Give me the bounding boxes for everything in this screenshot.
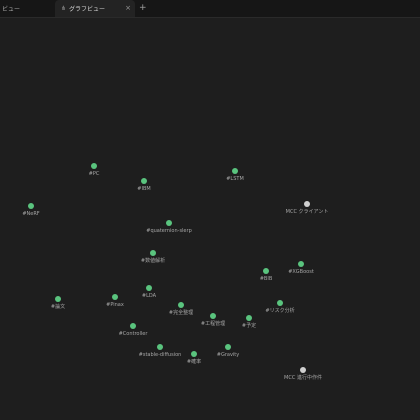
graph-node-numerical-analysis[interactable] [150, 250, 156, 256]
graph-canvas[interactable]: #PC #IBM #LSTM #NeRF MCC クライアント #quatern… [0, 18, 420, 420]
graph-node-nerf[interactable] [28, 203, 34, 209]
graph-node-quaternion-slerp[interactable] [166, 220, 172, 226]
graph-node-label-pc: #PC [88, 171, 100, 177]
graph-node-mcc-client[interactable] [304, 201, 310, 207]
graph-node-label-process-management: #工程管理 [200, 321, 226, 327]
graph-node-complete-organize[interactable] [178, 302, 184, 308]
tab-graph-view[interactable]: ⋔ グラフビュー × [55, 0, 135, 17]
graph-node-label-numerical-analysis: #数値解析 [140, 258, 166, 264]
graph-node-label-lda: #LDA [141, 293, 157, 299]
graph-icon: ⋔ [61, 5, 67, 12]
graph-node-bib[interactable] [263, 268, 269, 274]
graph-node-label-papers: #論文 [50, 304, 66, 310]
graph-node-stable-diffusion[interactable] [157, 344, 163, 350]
graph-node-label-gravity: #Gravity [216, 352, 240, 358]
graph-node-label-bib: #BIB [259, 276, 273, 282]
graph-node-lstm[interactable] [232, 168, 238, 174]
graph-node-label-mcc-in-progress: MCC 進行中作件 [284, 375, 322, 381]
tab-view[interactable]: ビュー [0, 0, 52, 17]
tab-view-label: ビュー [2, 6, 21, 13]
graph-node-label-complete-organize: #完全整理 [168, 310, 194, 316]
graph-node-label-ibm: #IBM [137, 186, 151, 192]
graph-node-label-schedule: #予定 [241, 323, 257, 329]
graph-node-label-xgboost: #XGBoost [288, 269, 314, 275]
graph-node-pinax[interactable] [112, 294, 118, 300]
graph-node-label-lstm: #LSTM [226, 176, 244, 182]
new-tab-button[interactable]: + [139, 3, 147, 13]
graph-node-label-controller: #Controller [118, 331, 148, 337]
graph-node-process-management[interactable] [210, 313, 216, 319]
graph-node-label-pinax: #Pinax [106, 302, 124, 308]
graph-node-pc[interactable] [91, 163, 97, 169]
graph-node-label-stable-diffusion: #stable-diffusion [138, 352, 182, 358]
graph-node-gravity[interactable] [225, 344, 231, 350]
graph-node-xgboost[interactable] [298, 261, 304, 267]
graph-node-ibm[interactable] [141, 178, 147, 184]
graph-node-label-probability: #確率 [186, 359, 202, 365]
graph-node-label-risk-analysis: #リスク分析 [265, 308, 295, 314]
close-icon[interactable]: × [125, 4, 131, 12]
graph-node-label-quaternion-slerp: #quaternion-slerp [146, 228, 192, 234]
tab-bar: ビュー ⋔ グラフビュー × + [0, 0, 420, 18]
graph-node-label-mcc-client: MCC クライアント [285, 209, 329, 215]
graph-node-papers[interactable] [55, 296, 61, 302]
graph-node-schedule[interactable] [246, 315, 252, 321]
graph-node-probability[interactable] [191, 351, 197, 357]
graph-node-mcc-in-progress[interactable] [300, 367, 306, 373]
graph-node-lda[interactable] [146, 285, 152, 291]
tab-graph-view-label: グラフビュー [69, 6, 106, 13]
graph-node-label-nerf: #NeRF [22, 211, 40, 217]
graph-node-risk-analysis[interactable] [277, 300, 283, 306]
graph-node-controller[interactable] [130, 323, 136, 329]
